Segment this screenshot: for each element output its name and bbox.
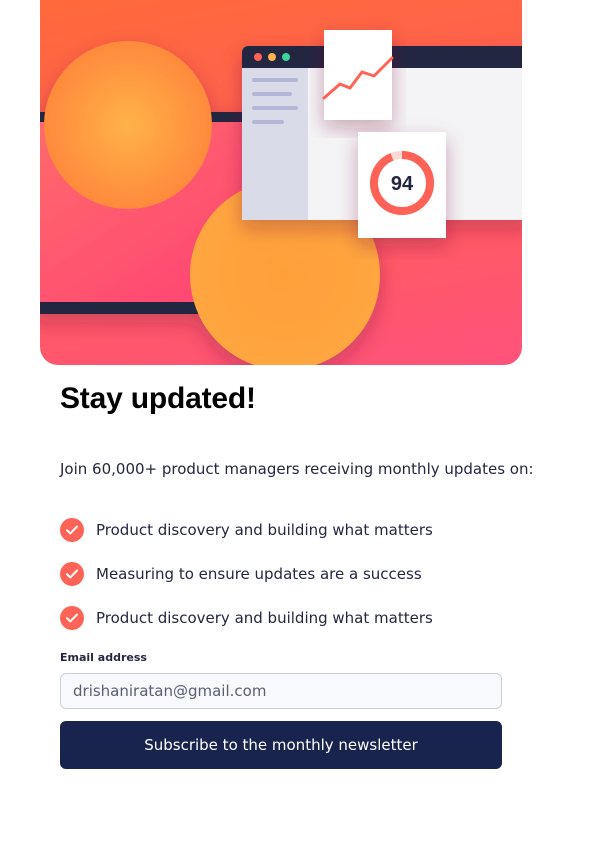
feature-item: Product discovery and building what matt…: [60, 596, 433, 640]
hero-graphic: 94: [40, 30, 522, 365]
line-chart-card: [322, 30, 394, 120]
feature-list: Product discovery and building what matt…: [60, 508, 433, 640]
score-value: 94: [391, 173, 414, 195]
score-ring-card: 94: [358, 132, 446, 238]
feature-item: Measuring to ensure updates are a succes…: [60, 552, 433, 596]
feature-item: Product discovery and building what matt…: [60, 508, 433, 552]
check-icon: [60, 606, 84, 630]
check-icon: [60, 518, 84, 542]
hero-illustration: 94: [40, 0, 522, 365]
feature-text: Product discovery and building what matt…: [96, 609, 433, 627]
email-field[interactable]: [60, 673, 502, 709]
page-title: Stay updated!: [60, 382, 256, 415]
check-icon: [60, 562, 84, 586]
feature-text: Measuring to ensure updates are a succes…: [96, 565, 422, 583]
feature-text: Product discovery and building what matt…: [96, 521, 433, 539]
email-label: Email address: [60, 651, 147, 664]
subscribe-button[interactable]: Subscribe to the monthly newsletter: [60, 721, 502, 769]
intro-text: Join 60,000+ product managers receiving …: [60, 460, 534, 478]
